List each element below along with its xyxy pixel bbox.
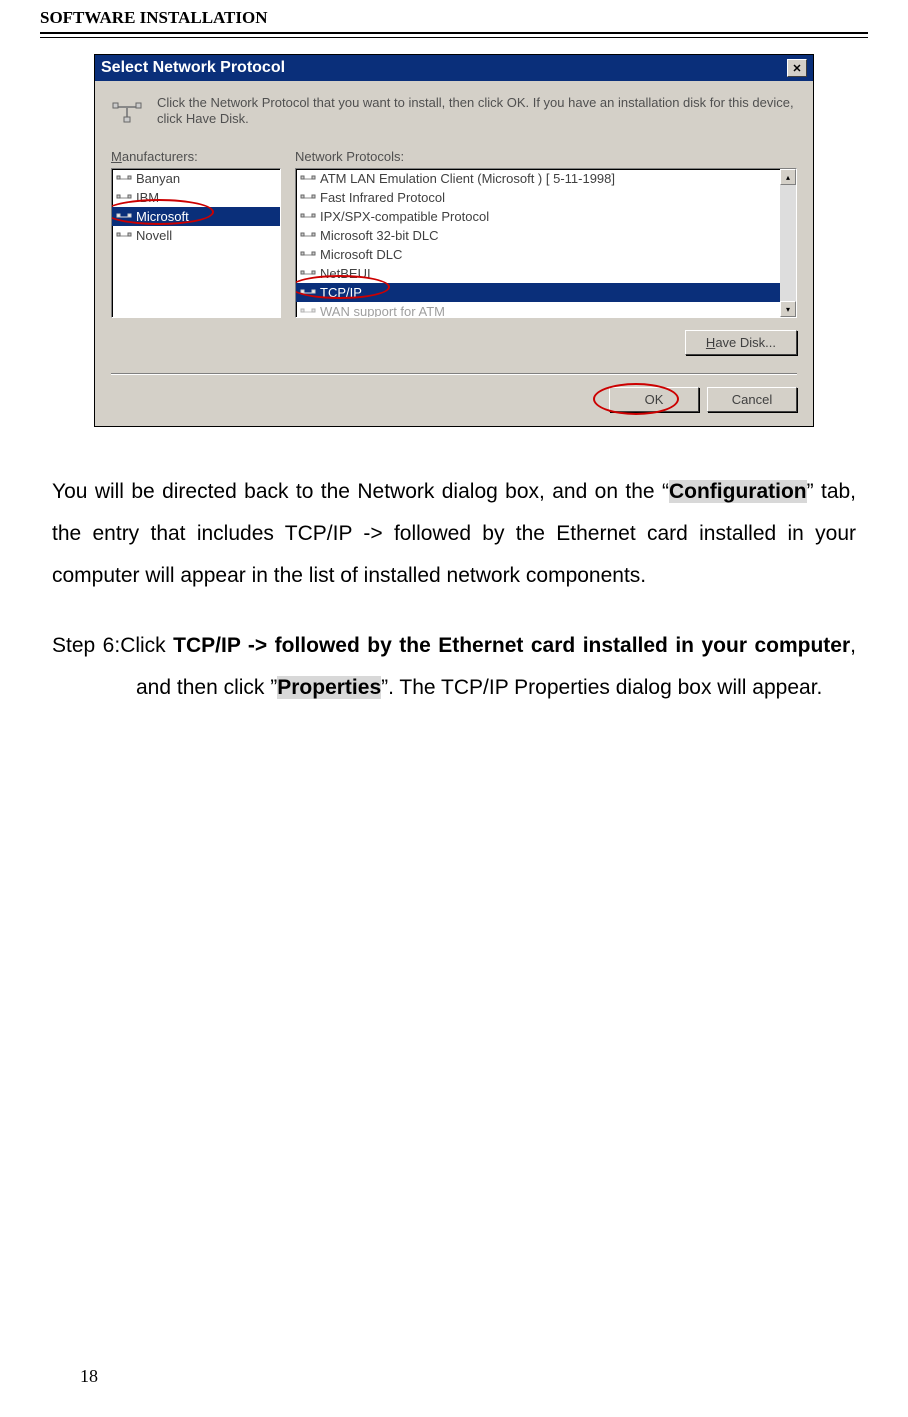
dialog-instruction: Click the Network Protocol that you want… bbox=[157, 95, 797, 128]
page-header: SOFTWARE INSTALLATION bbox=[40, 0, 868, 34]
separator bbox=[111, 373, 797, 375]
list-item[interactable]: WAN support for ATM bbox=[296, 302, 780, 318]
protocol-icon bbox=[300, 172, 316, 186]
list-item[interactable]: NetBEUI bbox=[296, 264, 780, 283]
scroll-up-button[interactable]: ▴ bbox=[780, 169, 796, 185]
protocol-icon bbox=[116, 229, 132, 243]
highlight-configuration: Configuration bbox=[669, 480, 807, 503]
list-item[interactable]: Microsoft DLC bbox=[296, 245, 780, 264]
protocol-icon bbox=[116, 210, 132, 224]
close-icon: ✕ bbox=[792, 62, 801, 75]
step-paragraph: Step 6:Click TCP/IP -> followed by the E… bbox=[52, 625, 856, 709]
page-number: 18 bbox=[80, 1366, 98, 1387]
protocol-icon bbox=[300, 267, 316, 281]
chevron-down-icon: ▾ bbox=[786, 305, 790, 314]
protocol-icon bbox=[116, 172, 132, 186]
list-item[interactable]: IBM bbox=[112, 188, 280, 207]
list-item[interactable]: ATM LAN Emulation Client (Microsoft ) [ … bbox=[296, 169, 780, 188]
scroll-track[interactable] bbox=[780, 185, 796, 301]
protocols-listbox[interactable]: ATM LAN Emulation Client (Microsoft ) [ … bbox=[295, 168, 797, 318]
protocol-icon bbox=[300, 305, 316, 319]
list-item[interactable]: Banyan bbox=[112, 169, 280, 188]
step-label: Step 6: bbox=[52, 634, 120, 657]
close-button[interactable]: ✕ bbox=[787, 59, 807, 77]
list-item-selected[interactable]: Microsoft bbox=[112, 207, 280, 226]
protocol-icon bbox=[300, 210, 316, 224]
list-item[interactable]: IPX/SPX-compatible Protocol bbox=[296, 207, 780, 226]
highlight-properties: Properties bbox=[277, 676, 381, 699]
list-item[interactable]: Novell bbox=[112, 226, 280, 245]
list-item[interactable]: Microsoft 32-bit DLC bbox=[296, 226, 780, 245]
header-title: SOFTWARE INSTALLATION bbox=[40, 8, 268, 27]
screenshot-figure: Select Network Protocol ✕ bbox=[40, 34, 868, 447]
dialog-title: Select Network Protocol bbox=[101, 59, 787, 77]
ok-button[interactable]: OK bbox=[609, 387, 699, 412]
manufacturers-listbox[interactable]: Banyan IBM Microsoft bbox=[111, 168, 281, 318]
have-disk-button[interactable]: Have Disk... bbox=[685, 330, 797, 355]
protocol-icon bbox=[300, 229, 316, 243]
select-network-protocol-dialog: Select Network Protocol ✕ bbox=[94, 54, 814, 427]
list-item[interactable]: Fast Infrared Protocol bbox=[296, 188, 780, 207]
list-item-selected[interactable]: TCP/IP bbox=[296, 283, 780, 302]
protocol-icon bbox=[300, 286, 316, 300]
scrollbar-vertical[interactable]: ▴ ▾ bbox=[780, 169, 796, 317]
dialog-titlebar: Select Network Protocol ✕ bbox=[95, 55, 813, 81]
cancel-button[interactable]: Cancel bbox=[707, 387, 797, 412]
protocol-icon bbox=[116, 191, 132, 205]
protocol-icon bbox=[300, 191, 316, 205]
paragraph: You will be directed back to the Network… bbox=[52, 471, 856, 597]
chevron-up-icon: ▴ bbox=[786, 173, 790, 182]
protocols-label: Network Protocols: bbox=[295, 149, 797, 164]
body-text: You will be directed back to the Network… bbox=[40, 447, 868, 709]
network-protocol-icon bbox=[111, 97, 143, 129]
scroll-down-button[interactable]: ▾ bbox=[780, 301, 796, 317]
protocol-icon bbox=[300, 248, 316, 262]
manufacturers-label: Manufacturers: bbox=[111, 149, 281, 164]
